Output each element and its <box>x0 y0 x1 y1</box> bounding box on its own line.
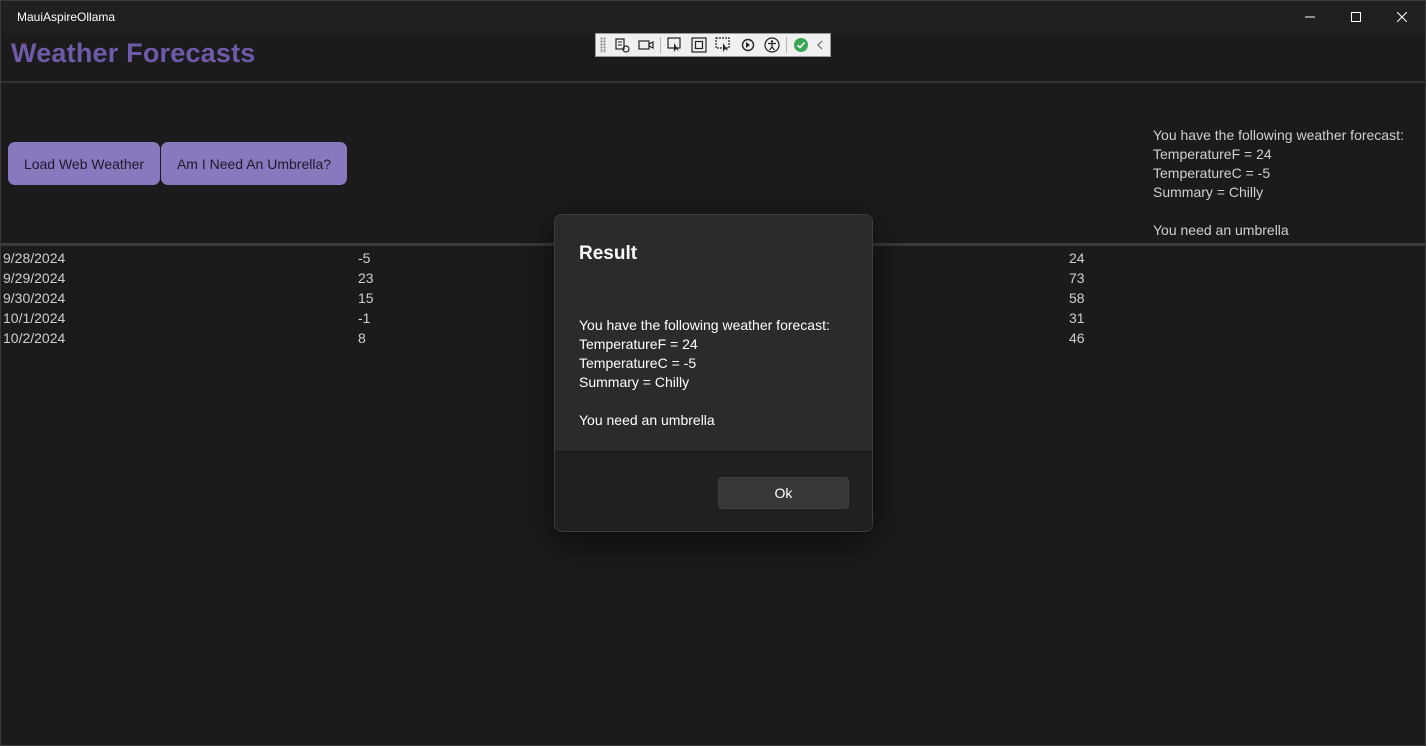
ok-button[interactable]: Ok <box>718 477 849 509</box>
result-dialog: Result You have the following weather fo… <box>554 214 873 532</box>
maximize-button[interactable] <box>1333 1 1379 33</box>
temp-f-cell: 31 <box>1069 310 1085 326</box>
toolbar-separator <box>786 37 788 53</box>
date-cell: 10/1/2024 <box>3 310 66 326</box>
minimize-button[interactable] <box>1287 1 1333 33</box>
window-title: MauiAspireOllama <box>17 10 116 24</box>
close-icon <box>1397 12 1407 22</box>
date-cell: 9/30/2024 <box>3 290 66 306</box>
load-web-weather-button[interactable]: Load Web Weather <box>8 142 160 185</box>
temp-f-cell: 46 <box>1069 330 1085 346</box>
page-title: Weather Forecasts <box>11 38 256 68</box>
dialog-message: You have the following weather forecast:… <box>579 317 830 428</box>
minimize-icon <box>1305 16 1315 18</box>
toolbar-grip[interactable] <box>600 37 606 53</box>
temp-c-cell: 15 <box>358 290 374 306</box>
temp-f-cell: 58 <box>1069 290 1085 306</box>
live-visual-tree-icon[interactable] <box>612 35 632 55</box>
umbrella-button[interactable]: Am I Need An Umbrella? <box>161 142 347 185</box>
temp-c-cell: 8 <box>358 330 366 346</box>
checkmark-icon[interactable] <box>790 35 810 55</box>
temp-c-cell: -1 <box>358 310 371 326</box>
temp-c-cell: -5 <box>358 250 371 266</box>
date-cell: 10/2/2024 <box>3 330 66 346</box>
accessibility-checker-icon[interactable] <box>762 35 782 55</box>
collapse-chevron-icon[interactable] <box>815 35 826 55</box>
select-element-icon[interactable] <box>664 35 684 55</box>
close-button[interactable] <box>1379 1 1425 33</box>
display-layout-adorners-icon[interactable] <box>689 35 709 55</box>
temp-c-cell: 23 <box>358 270 374 286</box>
toolbar-separator <box>660 37 662 53</box>
dialog-title: Result <box>579 243 638 264</box>
date-cell: 9/28/2024 <box>3 250 66 266</box>
track-focused-element-icon[interactable] <box>713 35 733 55</box>
hot-reload-icon[interactable] <box>738 35 758 55</box>
dialog-footer: Ok <box>555 451 872 531</box>
app-window: MauiAspireOllama Weather Forecasts Load … <box>0 0 1426 746</box>
forecast-summary: You have the following weather forecast:… <box>1153 127 1404 238</box>
maximize-icon <box>1351 12 1361 22</box>
date-cell: 9/29/2024 <box>3 270 66 286</box>
temp-f-cell: 73 <box>1069 270 1085 286</box>
xaml-debug-toolbar <box>595 33 831 57</box>
record-icon[interactable] <box>636 35 656 55</box>
title-bar[interactable]: MauiAspireOllama <box>1 1 1425 33</box>
temp-f-cell: 24 <box>1069 250 1085 266</box>
